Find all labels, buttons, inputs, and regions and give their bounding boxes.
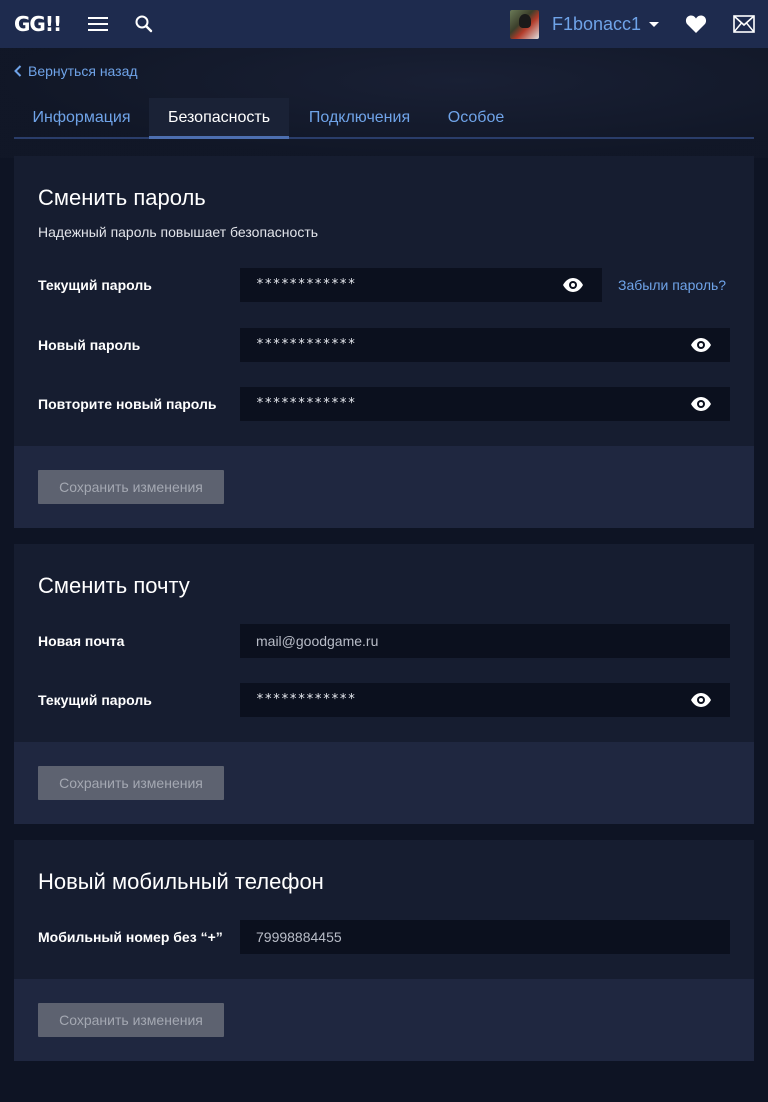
forgot-password-link[interactable]: Забыли пароль? bbox=[618, 277, 726, 293]
mail-icon[interactable] bbox=[733, 15, 755, 33]
top-bar: GG!! F1bonacc1 bbox=[0, 0, 768, 48]
save-phone-button[interactable]: Сохранить изменения bbox=[38, 1003, 224, 1037]
current-password-field[interactable]: ************ bbox=[240, 268, 602, 302]
settings-tabs: Информация Безопасность Подключения Особ… bbox=[14, 98, 754, 139]
save-email-button[interactable]: Сохранить изменения bbox=[38, 766, 224, 800]
back-link[interactable]: Вернуться назад bbox=[14, 63, 138, 79]
tab-special[interactable]: Особое bbox=[430, 98, 522, 137]
new-password-label: Новый пароль bbox=[38, 337, 141, 353]
change-email-card: Сменить почту Новая почта mail@goodgame.… bbox=[14, 544, 754, 824]
save-password-button[interactable]: Сохранить изменения bbox=[38, 470, 224, 504]
new-password-value: ************ bbox=[256, 337, 356, 352]
eye-icon[interactable] bbox=[690, 396, 712, 412]
phone-number-label: Мобильный номер без “+” bbox=[38, 929, 223, 945]
back-link-label: Вернуться назад bbox=[28, 63, 138, 79]
hamburger-icon[interactable] bbox=[88, 15, 108, 33]
heart-icon[interactable] bbox=[685, 14, 707, 34]
chevron-left-icon bbox=[14, 65, 22, 77]
email-current-password-label: Текущий пароль bbox=[38, 692, 152, 708]
avatar[interactable] bbox=[510, 9, 539, 39]
change-email-title: Сменить почту bbox=[38, 573, 190, 598]
current-password-label: Текущий пароль bbox=[38, 277, 152, 293]
new-email-value: mail@goodgame.ru bbox=[256, 633, 379, 649]
repeat-password-value: ************ bbox=[256, 396, 356, 411]
change-phone-card: Новый мобильный телефон Мобильный номер … bbox=[14, 840, 754, 1061]
change-password-subtitle: Надежный пароль повышает безопасность bbox=[38, 224, 319, 240]
phone-number-field[interactable]: 79998884455 bbox=[240, 920, 730, 954]
username[interactable]: F1bonacc1 bbox=[552, 14, 641, 35]
new-email-label: Новая почта bbox=[38, 633, 125, 649]
eye-icon[interactable] bbox=[690, 337, 712, 353]
change-password-title: Сменить пароль bbox=[38, 185, 206, 210]
tab-connections[interactable]: Подключения bbox=[289, 98, 430, 137]
repeat-password-field[interactable]: ************ bbox=[240, 387, 730, 421]
new-email-field[interactable]: mail@goodgame.ru bbox=[240, 624, 730, 658]
tab-security[interactable]: Безопасность bbox=[149, 98, 289, 139]
caret-down-icon[interactable] bbox=[649, 21, 660, 27]
phone-number-value: 79998884455 bbox=[256, 929, 342, 945]
email-current-password-field[interactable]: ************ bbox=[240, 683, 730, 717]
card-footer: Сохранить изменения bbox=[14, 742, 754, 824]
search-icon[interactable] bbox=[134, 14, 154, 34]
current-password-value: ************ bbox=[256, 277, 356, 292]
card-footer: Сохранить изменения bbox=[14, 979, 754, 1061]
card-footer: Сохранить изменения bbox=[14, 446, 754, 528]
eye-icon[interactable] bbox=[690, 692, 712, 708]
change-phone-title: Новый мобильный телефон bbox=[38, 869, 324, 894]
email-current-password-value: ************ bbox=[256, 692, 356, 707]
user-menu[interactable]: F1bonacc1 bbox=[510, 9, 660, 39]
site-logo[interactable]: GG!! bbox=[14, 12, 62, 36]
tab-info[interactable]: Информация bbox=[14, 98, 149, 137]
eye-icon[interactable] bbox=[562, 277, 584, 293]
change-password-card: Сменить пароль Надежный пароль повышает … bbox=[14, 156, 754, 528]
new-password-field[interactable]: ************ bbox=[240, 328, 730, 362]
repeat-password-label: Повторите новый пароль bbox=[38, 396, 217, 412]
